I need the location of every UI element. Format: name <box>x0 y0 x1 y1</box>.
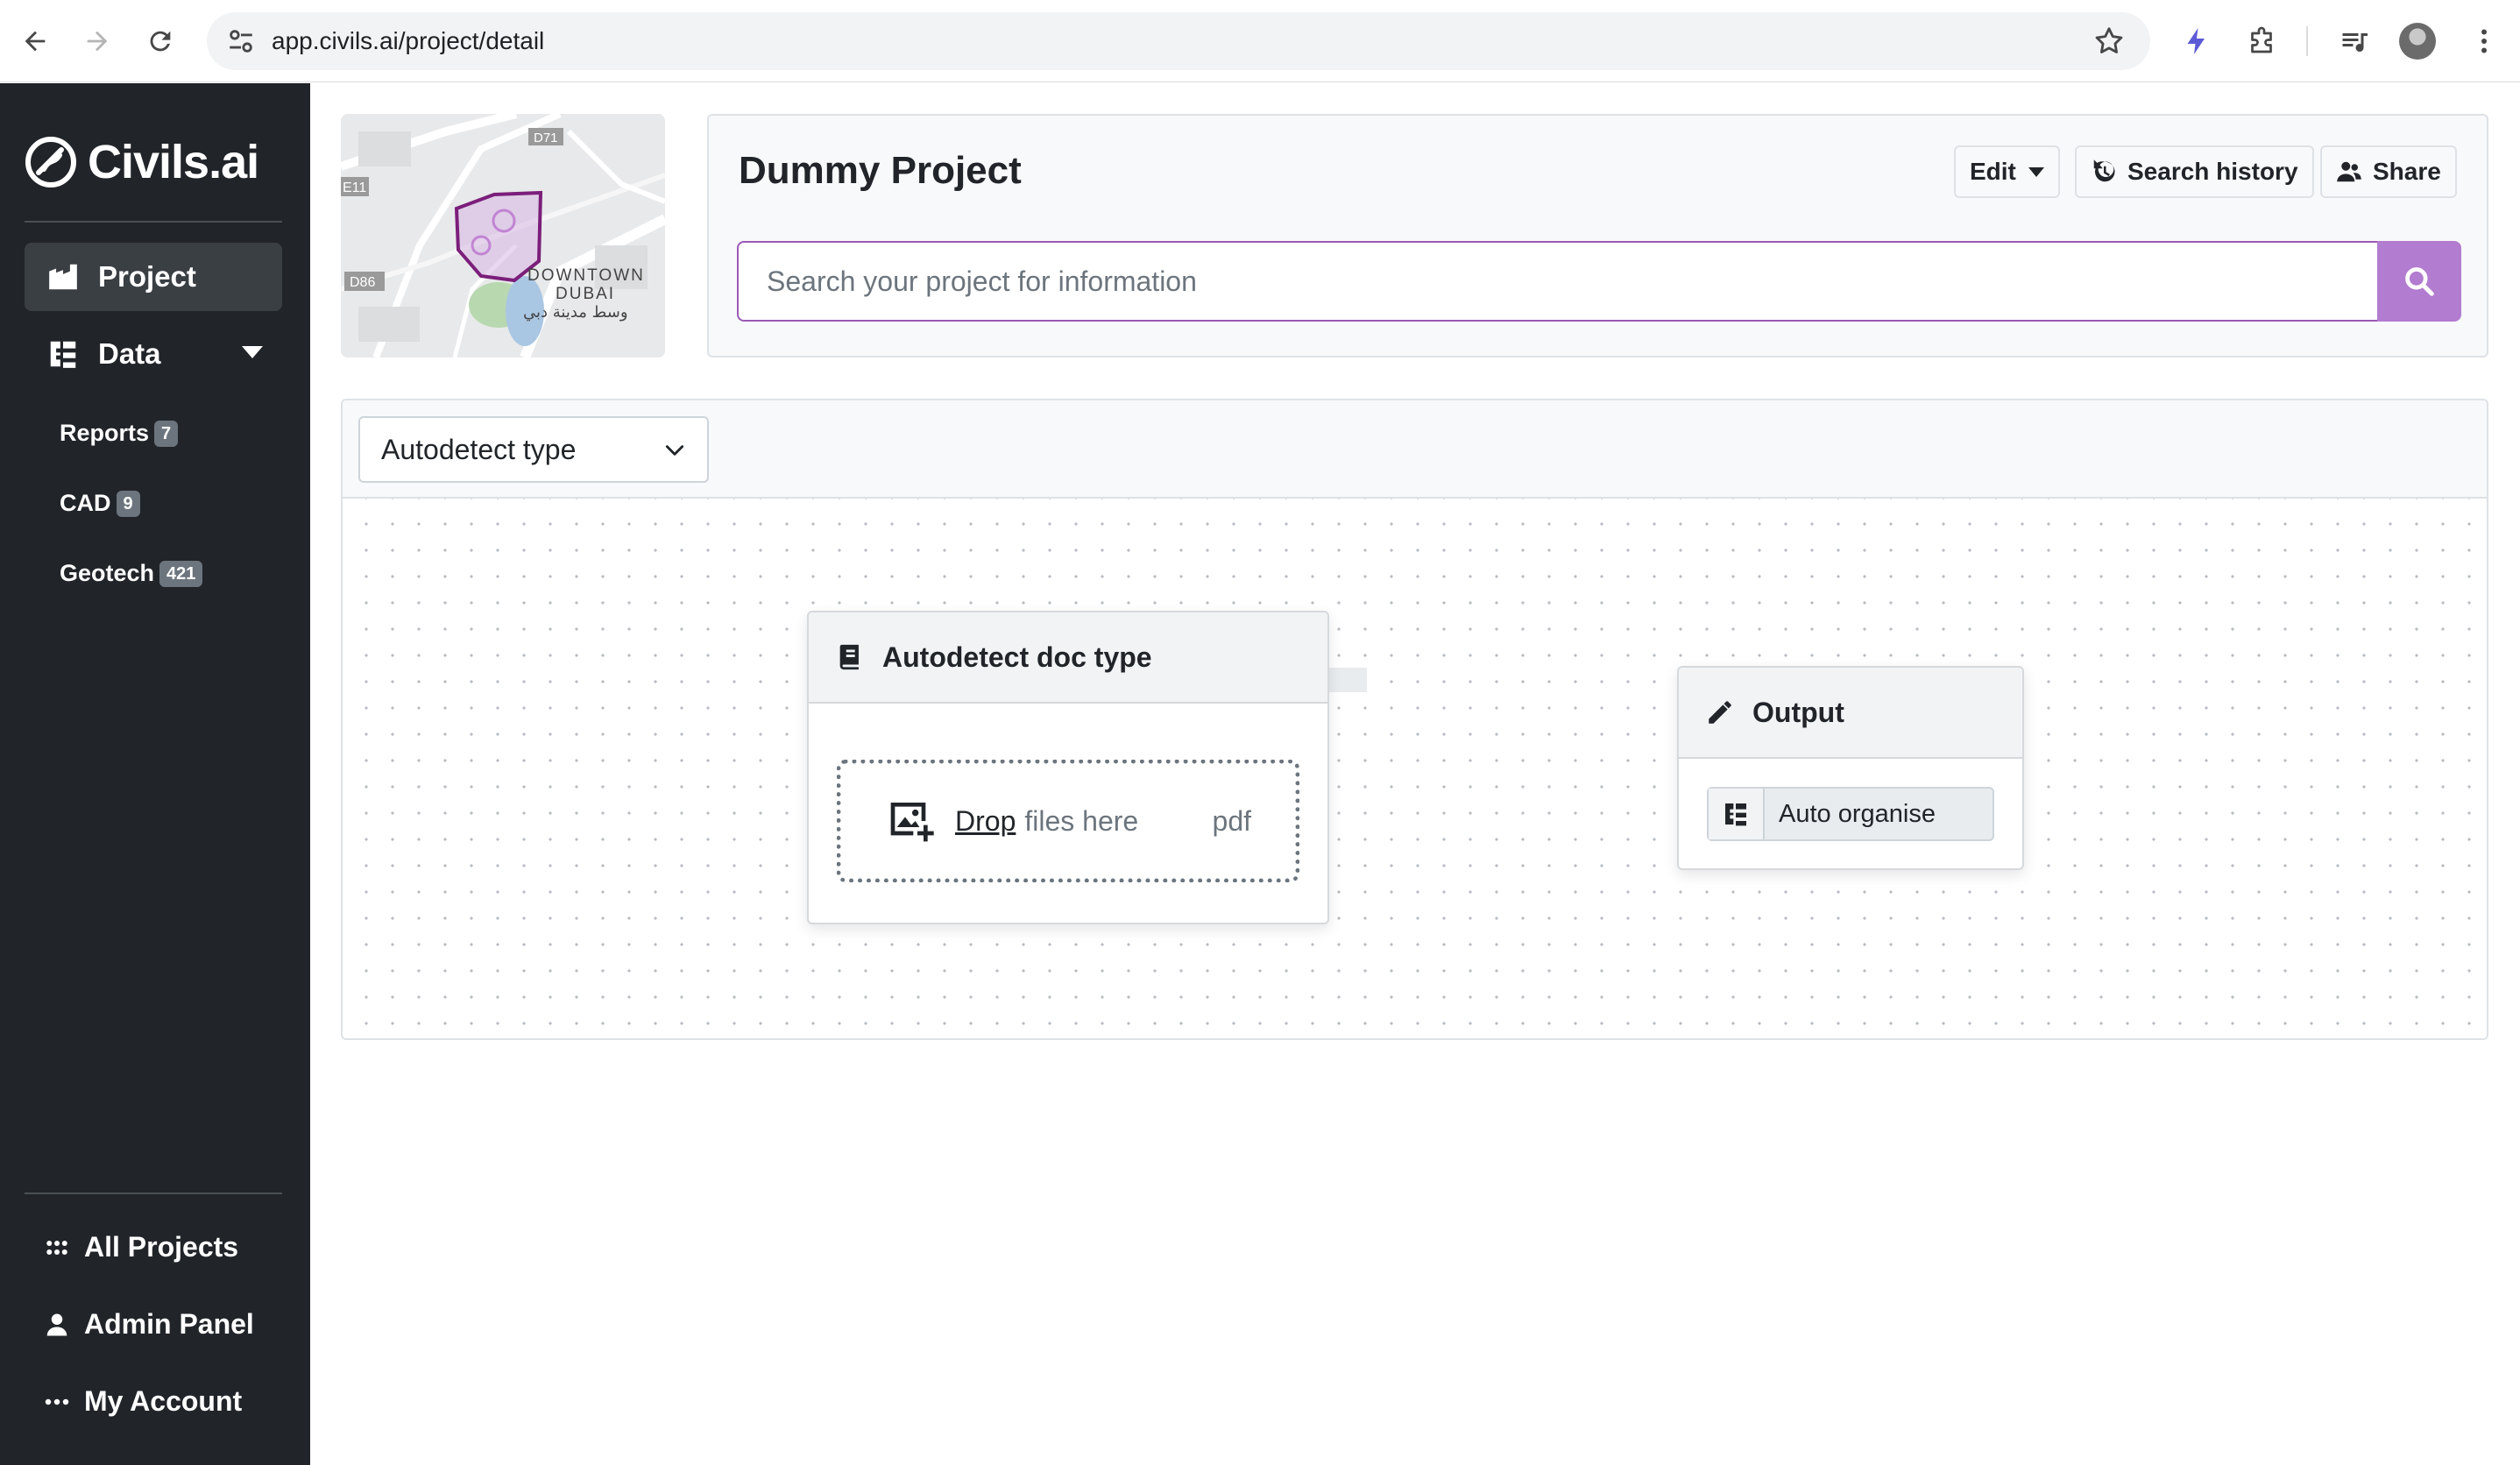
sidebar-item-label: Project <box>98 260 196 293</box>
building-icon <box>46 259 81 294</box>
project-header: Dummy Project Edit Search history Share <box>707 114 2488 357</box>
add-image-icon <box>890 803 934 842</box>
puzzle-piece-icon <box>2251 26 2272 53</box>
input-node[interactable]: Autodetect doc type Drop files here pdf <box>807 611 1329 924</box>
search-history-button[interactable]: Search history <box>2075 145 2314 198</box>
profile-avatar[interactable] <box>2399 23 2436 60</box>
sidebar-item-label: Data <box>98 337 161 370</box>
sidebar-item-label: My Account <box>84 1385 243 1417</box>
count-badge: 9 <box>116 490 140 517</box>
search-button[interactable] <box>2377 241 2461 322</box>
map-label-dubai: DUBAI <box>556 285 615 303</box>
extensions-button[interactable] <box>2241 21 2282 61</box>
input-node-header[interactable]: Autodetect doc type <box>809 612 1327 704</box>
map-label-downtown: DOWNTOWN <box>527 266 645 285</box>
sitemap-icon <box>1709 789 1765 839</box>
sitemap-icon <box>46 336 81 372</box>
auto-organise-option[interactable]: Auto organise <box>1707 787 1994 841</box>
site-settings-icon[interactable] <box>226 26 256 56</box>
sidebar-item-geotech[interactable]: Geotech 421 <box>60 560 203 587</box>
map-road-label: E11 <box>343 180 366 195</box>
input-node-title: Autodetect doc type <box>882 640 1152 673</box>
logo-text: Civils.ai <box>88 136 259 188</box>
reload-icon <box>150 31 171 52</box>
address-bar[interactable]: app.civils.ai/project/detail <box>207 12 2150 70</box>
sidebar-item-project[interactable]: Project <box>25 243 282 311</box>
sidebar-item-cad[interactable]: CAD 9 <box>60 490 140 517</box>
count-badge: 7 <box>154 420 179 447</box>
map-graphic: E11 D86 D71 DOWNTOWN DUBAI وسط مدينة دبي <box>341 114 665 357</box>
user-icon <box>42 1310 72 1340</box>
users-icon <box>2337 161 2361 182</box>
history-icon <box>2093 159 2115 182</box>
project-search-input[interactable] <box>737 241 2377 322</box>
url-text[interactable]: app.civils.ai/project/detail <box>272 12 544 70</box>
browser-toolbar: app.civils.ai/project/detail <box>0 0 2520 82</box>
output-node-header[interactable]: Output <box>1679 668 2022 759</box>
share-label: Share <box>2373 158 2441 185</box>
forward-button[interactable] <box>75 19 119 63</box>
drop-link[interactable]: Drop <box>955 805 1016 838</box>
back-button[interactable] <box>13 19 57 63</box>
civils-logo[interactable]: Civils.ai <box>23 134 259 190</box>
file-dropzone[interactable]: Drop files here pdf <box>837 760 1299 882</box>
flow-toolbar: Autodetect type <box>343 400 2487 499</box>
sidebar: Civils.ai Project Data Reports 7 CAD 9 G… <box>0 83 310 1465</box>
map-road-label: D86 <box>350 275 375 290</box>
pencil-icon <box>1709 701 1731 724</box>
browser-menu-button[interactable] <box>2464 21 2504 61</box>
project-location-map[interactable]: E11 D86 D71 DOWNTOWN DUBAI وسط مدينة دبي <box>341 114 665 357</box>
chevron-down-icon[interactable] <box>242 346 263 358</box>
output-node[interactable]: Output Auto organise <box>1677 666 2024 870</box>
sidebar-divider-bottom <box>25 1193 282 1194</box>
sidebar-item-reports[interactable]: Reports 7 <box>60 420 179 447</box>
arrow-right-icon <box>87 31 108 52</box>
chevron-down-icon <box>665 445 684 456</box>
document-type-select[interactable]: Autodetect type <box>358 416 709 483</box>
dropzone-text: files here <box>1024 804 1139 837</box>
document-type-value: Autodetect type <box>381 433 577 465</box>
sidebar-item-all-projects[interactable]: All Projects <box>42 1231 238 1263</box>
bookmark-star-icon[interactable] <box>2092 25 2126 58</box>
sidebar-item-label: All Projects <box>84 1231 239 1263</box>
sidebar-item-label: Admin Panel <box>84 1308 254 1340</box>
sidebar-item-data[interactable]: Data <box>25 320 282 388</box>
count-badge: 421 <box>159 560 203 587</box>
document-flow-panel: Autodetect type <box>341 399 2488 1040</box>
sidebar-subitem-label: Geotech <box>60 560 155 586</box>
civils-logo-icon <box>25 137 76 188</box>
sidebar-subitem-label: CAD <box>60 490 111 516</box>
flow-canvas[interactable] <box>343 499 2487 1038</box>
output-node-title: Output <box>1752 696 1844 728</box>
sidebar-item-admin-panel[interactable]: Admin Panel <box>42 1308 254 1341</box>
page-title: Dummy Project <box>739 149 1022 192</box>
lightning-bolt-icon <box>2187 28 2205 54</box>
ellipsis-icon <box>42 1387 72 1417</box>
map-road-label: D71 <box>534 131 558 145</box>
grid-icon <box>42 1233 72 1263</box>
playlist-icon <box>2342 33 2368 53</box>
arrow-left-icon <box>25 31 46 52</box>
auto-organise-label: Auto organise <box>1779 799 1936 828</box>
map-label-arabic: وسط مدينة دبي <box>523 303 628 322</box>
search-icon <box>2405 267 2434 296</box>
caret-down-icon <box>2028 166 2044 177</box>
reload-button[interactable] <box>138 19 182 63</box>
sidebar-item-my-account[interactable]: My Account <box>42 1385 242 1418</box>
kebab-menu-icon <box>2481 29 2487 53</box>
edit-label: Edit <box>1970 158 2016 185</box>
book-icon <box>839 644 859 670</box>
share-button[interactable]: Share <box>2320 145 2457 198</box>
sidebar-subitem-label: Reports <box>60 420 150 446</box>
toolbar-separator <box>2306 26 2308 56</box>
edit-dropdown-button[interactable]: Edit <box>1954 145 2060 198</box>
media-control-button[interactable] <box>2334 21 2375 61</box>
search-history-label: Search history <box>2127 158 2298 185</box>
sidebar-divider-top <box>25 221 282 223</box>
extension-bolt-button[interactable] <box>2177 21 2217 61</box>
accepted-file-type: pdf <box>1212 804 1251 837</box>
